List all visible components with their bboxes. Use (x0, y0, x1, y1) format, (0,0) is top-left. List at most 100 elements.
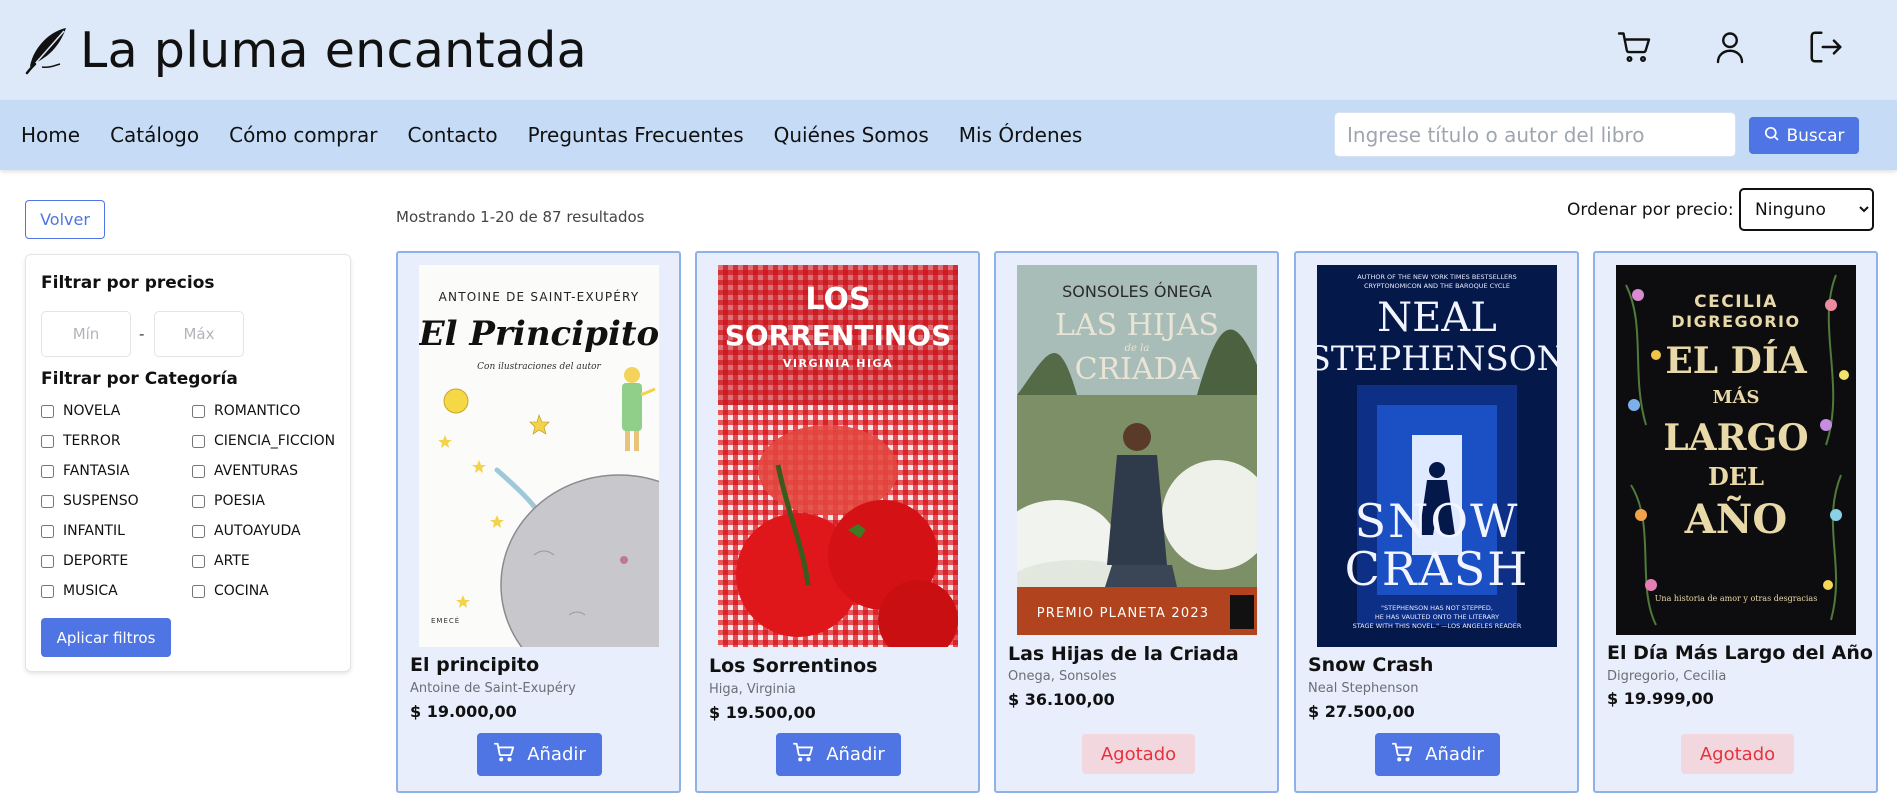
min-price-input[interactable] (41, 311, 131, 357)
book-card[interactable]: ANTOINE DE SAINT-EXUPÉRY El Principito C… (396, 251, 681, 793)
add-button-label: Añadir (527, 744, 586, 765)
book-card[interactable]: CECILIA DIGREGORIO EL DÍA MÁS LARGO DEL … (1593, 251, 1878, 793)
category-item[interactable]: TERROR (41, 430, 192, 452)
results-summary: Mostrando 1-20 de 87 resultados (396, 208, 645, 226)
max-price-input[interactable] (154, 311, 244, 357)
category-checkbox[interactable] (41, 464, 54, 478)
search-input[interactable] (1334, 112, 1736, 157)
book-cover[interactable]: AUTHOR OF THE NEW YORK TIMES BESTSELLERS… (1317, 265, 1557, 647)
sold-out-badge: Agotado (1082, 734, 1195, 774)
search-button[interactable]: Buscar (1749, 117, 1859, 154)
add-to-cart-button[interactable]: Añadir (477, 733, 602, 776)
category-checkbox[interactable] (192, 434, 205, 448)
category-label: NOVELA (63, 403, 121, 419)
cover-text: LARGO (1663, 417, 1808, 459)
cover-text: PREMIO PLANETA 2023 (1037, 606, 1210, 621)
book-cover[interactable]: CECILIA DIGREGORIO EL DÍA MÁS LARGO DEL … (1616, 265, 1856, 635)
add-button-label: Añadir (1425, 744, 1484, 765)
book-price: $ 36.100,00 (1008, 690, 1115, 709)
category-item[interactable]: POESIA (192, 490, 351, 512)
cart-icon (1391, 741, 1413, 768)
feather-icon (24, 25, 70, 75)
book-cover[interactable]: ANTOINE DE SAINT-EXUPÉRY El Principito C… (419, 265, 659, 647)
cart-icon[interactable] (1611, 24, 1657, 70)
nav-quienes-somos[interactable]: Quiénes Somos (774, 123, 929, 147)
category-item[interactable]: MUSICA (41, 580, 192, 602)
nav-como-comprar[interactable]: Cómo comprar (229, 123, 377, 147)
book-title[interactable]: El Día Más Largo del Año (1607, 642, 1873, 664)
cart-icon (792, 741, 814, 768)
book-price: $ 19.000,00 (410, 702, 517, 721)
category-checkbox[interactable] (192, 464, 205, 478)
book-cover[interactable]: LOS SORRENTINOS VIRGINIA HIGA (718, 265, 958, 647)
price-filter-title: Filtrar por precios (41, 273, 215, 293)
category-checkbox[interactable] (41, 584, 54, 598)
category-list: NOVELA ROMANTICO TERROR CIENCIA_FICCION … (41, 400, 351, 602)
category-item[interactable]: ROMANTICO (192, 400, 351, 422)
nav-catalogo[interactable]: Catálogo (110, 123, 199, 147)
cover-text: DIGREGORIO (1671, 312, 1800, 331)
category-checkbox[interactable] (192, 584, 205, 598)
category-label: INFANTIL (63, 523, 125, 539)
cover-text: SORRENTINOS (725, 319, 952, 352)
category-label: COCINA (214, 583, 269, 599)
category-item[interactable]: CIENCIA_FICCION (192, 430, 351, 452)
add-to-cart-button[interactable]: Añadir (776, 733, 901, 776)
cover-text: EMECÉ (431, 616, 460, 625)
category-checkbox[interactable] (41, 524, 54, 538)
cover-text: "STEPHENSON HAS NOT STEPPED, (1381, 604, 1493, 612)
user-icon[interactable] (1707, 24, 1753, 70)
logout-icon[interactable] (1803, 24, 1849, 70)
category-checkbox[interactable] (192, 554, 205, 568)
cover-text: SONSOLES ÓNEGA (1062, 282, 1212, 301)
sort-select[interactable]: Ninguno (1739, 188, 1874, 231)
nav-home[interactable]: Home (21, 123, 80, 147)
cover-text: DEL (1708, 462, 1764, 491)
brand[interactable]: La pluma encantada (24, 18, 587, 82)
add-to-cart-button[interactable]: Añadir (1375, 733, 1500, 776)
book-card[interactable]: AUTHOR OF THE NEW YORK TIMES BESTSELLERS… (1294, 251, 1579, 793)
category-checkbox[interactable] (41, 404, 54, 418)
sold-out-badge: Agotado (1681, 734, 1794, 774)
nav-mis-ordenes[interactable]: Mis Órdenes (959, 123, 1083, 147)
category-item[interactable]: ARTE (192, 550, 351, 572)
book-card[interactable]: LOS SORRENTINOS VIRGINIA HIGA Los Sorren… (695, 251, 980, 793)
category-item[interactable]: AVENTURAS (192, 460, 351, 482)
book-card[interactable]: SONSOLES ÓNEGA LAS HIJAS de la CRIADA PR… (994, 251, 1279, 793)
brand-title: La pluma encantada (80, 21, 588, 79)
cart-icon (493, 741, 515, 768)
category-checkbox[interactable] (41, 554, 54, 568)
category-item[interactable]: NOVELA (41, 400, 192, 422)
category-item[interactable]: AUTOAYUDA (192, 520, 351, 542)
cover-text: LAS HIJAS (1055, 308, 1219, 343)
cover-text: STEPHENSON (1317, 339, 1557, 379)
cover-text: NEAL (1377, 295, 1497, 341)
category-item[interactable]: SUSPENSO (41, 490, 192, 512)
category-checkbox[interactable] (41, 494, 54, 508)
category-item[interactable]: DEPORTE (41, 550, 192, 572)
book-title[interactable]: Las Hijas de la Criada (1008, 643, 1239, 665)
nav-contacto[interactable]: Contacto (408, 123, 498, 147)
nav-preguntas-frecuentes[interactable]: Preguntas Frecuentes (528, 123, 744, 147)
book-author: Antoine de Saint-Exupéry (410, 681, 576, 696)
category-item[interactable]: INFANTIL (41, 520, 192, 542)
filters-panel: Filtrar por precios - Filtrar por Catego… (25, 254, 351, 672)
book-title[interactable]: El principito (410, 654, 539, 676)
category-item[interactable]: FANTASIA (41, 460, 192, 482)
category-checkbox[interactable] (192, 494, 205, 508)
cover-text: Con ilustraciones del autor (477, 362, 601, 372)
category-item[interactable]: COCINA (192, 580, 351, 602)
cover-text: SNOW (1355, 494, 1520, 548)
book-title[interactable]: Los Sorrentinos (709, 655, 877, 677)
category-label: TERROR (63, 433, 121, 449)
category-checkbox[interactable] (192, 524, 205, 538)
back-button[interactable]: Volver (25, 200, 105, 239)
book-title[interactable]: Snow Crash (1308, 654, 1433, 676)
book-author: Onega, Sonsoles (1008, 669, 1117, 684)
category-filter-title: Filtrar por Categoría (41, 369, 238, 389)
book-cover[interactable]: SONSOLES ÓNEGA LAS HIJAS de la CRIADA PR… (1017, 265, 1257, 635)
cover-text: Una historia de amor y otras desgracias (1655, 594, 1818, 603)
apply-filters-button[interactable]: Aplicar filtros (41, 618, 171, 657)
category-checkbox[interactable] (192, 404, 205, 418)
category-checkbox[interactable] (41, 434, 54, 448)
